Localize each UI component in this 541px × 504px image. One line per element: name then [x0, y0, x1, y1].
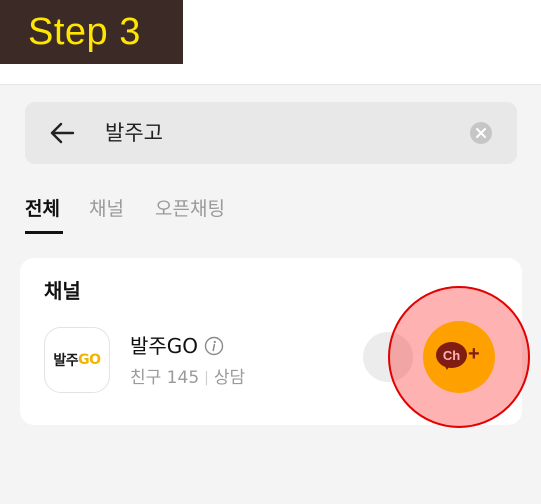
- tab-open-chat[interactable]: 오픈채팅: [155, 196, 225, 222]
- logo-text-primary: 발주: [53, 353, 79, 369]
- info-icon[interactable]: [204, 336, 224, 356]
- search-input[interactable]: 발주고: [105, 119, 163, 147]
- tab-all[interactable]: 전체: [25, 196, 60, 222]
- channel-name: 발주GO: [130, 334, 199, 358]
- step-banner: Step 3: [0, 0, 183, 64]
- active-tab-indicator: [25, 231, 63, 234]
- clear-icon[interactable]: [469, 121, 493, 145]
- channel-name-row[interactable]: 발주GO: [130, 333, 224, 359]
- step-label: Step 3: [28, 10, 141, 53]
- friend-count: 친구 145: [130, 368, 200, 388]
- search-bar[interactable]: [25, 102, 517, 164]
- tab-channel[interactable]: 채널: [89, 196, 124, 222]
- highlight-circle: [388, 286, 530, 428]
- back-arrow-icon[interactable]: [48, 119, 76, 147]
- channel-meta: 친구 145 | 상담: [130, 366, 245, 390]
- channel-logo[interactable]: 발주 GO: [44, 327, 110, 393]
- meta-separator: |: [204, 370, 209, 386]
- section-title: 채널: [44, 279, 81, 303]
- consult-label: 상담: [213, 368, 246, 388]
- logo-text-accent: GO: [78, 352, 101, 368]
